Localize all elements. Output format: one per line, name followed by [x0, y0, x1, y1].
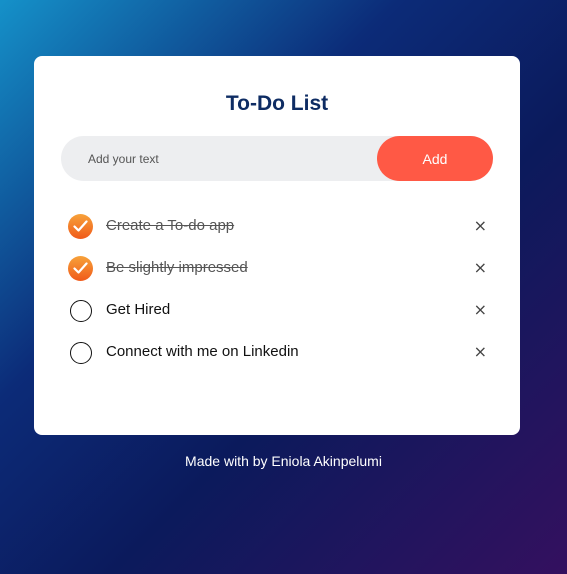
list-item[interactable]: Be slightly impressed ×	[68, 248, 493, 290]
footer-credit: Made with by Eniola Akinpelumi	[185, 453, 382, 469]
list-item[interactable]: Get Hired ×	[68, 290, 493, 332]
task-text: Connect with me on Linkedin	[106, 343, 299, 360]
unchecked-circle-icon[interactable]	[70, 300, 92, 322]
task-text: Create a To-do app	[106, 217, 235, 234]
list-item[interactable]: Connect with me on Linkedin ×	[68, 332, 493, 374]
unchecked-circle-icon[interactable]	[70, 342, 92, 364]
task-list: Create a To-do app × Be slightly impress…	[68, 206, 493, 374]
checked-circle-icon[interactable]	[68, 256, 93, 281]
task-text: Be slightly impressed	[106, 259, 248, 276]
close-icon[interactable]: ×	[474, 343, 487, 361]
close-icon[interactable]: ×	[474, 259, 487, 277]
todo-card: To-Do List Add Create a To-do app × Be s…	[34, 56, 520, 435]
task-input[interactable]	[61, 136, 371, 181]
add-task-row: Add	[61, 136, 493, 181]
page-title: To-Do List	[225, 92, 329, 115]
list-item[interactable]: Create a To-do app ×	[68, 206, 493, 248]
checked-circle-icon[interactable]	[68, 214, 93, 239]
add-button[interactable]: Add	[377, 136, 493, 181]
task-text: Get Hired	[106, 301, 171, 318]
close-icon[interactable]: ×	[474, 301, 487, 319]
close-icon[interactable]: ×	[474, 217, 487, 235]
